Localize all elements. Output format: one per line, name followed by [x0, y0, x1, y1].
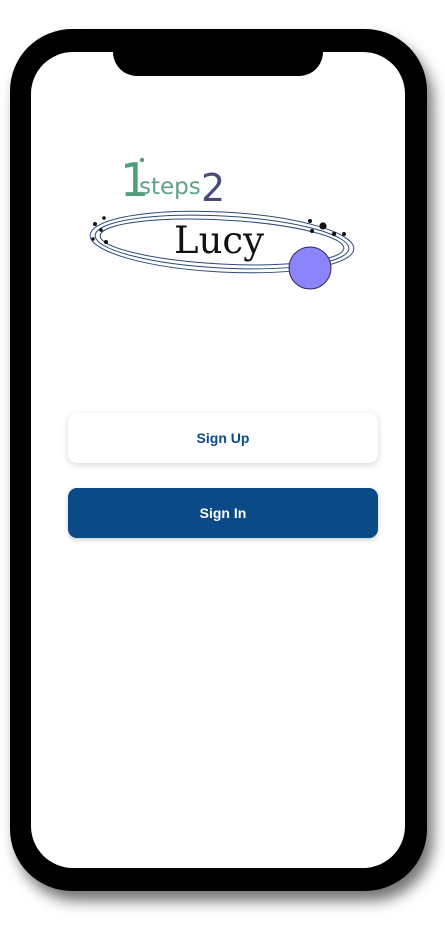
sign-up-button[interactable]: Sign Up [68, 413, 378, 463]
logo-planet [288, 246, 332, 290]
logo-name-lucy: Lucy [174, 219, 264, 262]
logo-number-two: 2 [201, 166, 225, 210]
sign-in-button[interactable]: Sign In [68, 488, 378, 538]
phone-notch [113, 40, 323, 76]
logo-word-steps: steps [139, 174, 201, 200]
app-logo: 1 steps 2 Lucy [89, 153, 355, 290]
logo-dot [139, 157, 145, 163]
